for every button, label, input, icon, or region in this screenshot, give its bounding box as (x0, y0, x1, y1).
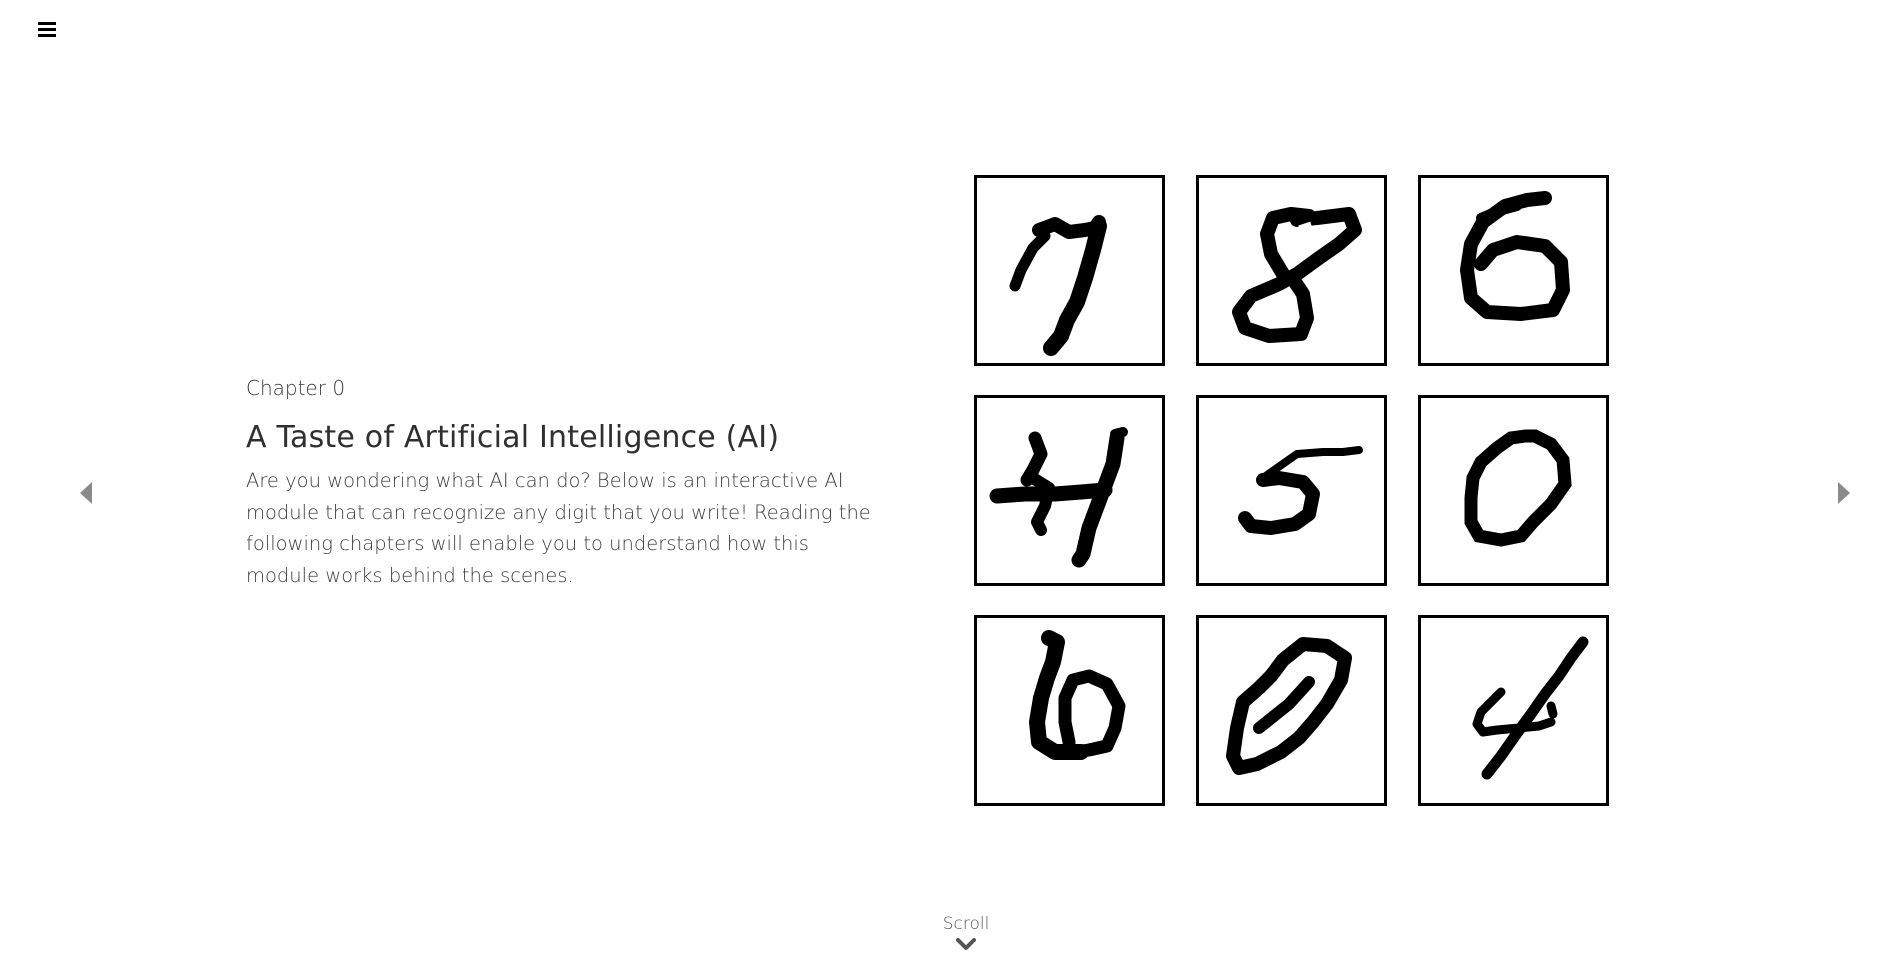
digit-5-drawing (1238, 446, 1363, 535)
digit-tile-7[interactable] (974, 175, 1165, 366)
caret-right-icon[interactable] (1834, 480, 1854, 506)
digit-tile-8[interactable] (1196, 175, 1387, 366)
digit-tile-5[interactable] (1196, 395, 1387, 586)
digit-tile-4-alt[interactable] (1418, 615, 1609, 806)
digit-0-drawing (1464, 429, 1572, 547)
digit-6-alt-drawing (1029, 630, 1126, 760)
digit-4-drawing (989, 427, 1128, 568)
digit-sample-grid (974, 175, 1612, 807)
scroll-hint[interactable]: Scroll (926, 914, 1006, 952)
digit-tile-6-alt[interactable] (974, 615, 1165, 806)
hamburger-icon[interactable] (36, 18, 58, 40)
chapter-intro: Chapter 0 A Taste of Artificial Intellig… (246, 376, 876, 591)
digit-0-alt-drawing (1226, 637, 1352, 775)
caret-left-icon[interactable] (76, 480, 96, 506)
digit-6-drawing (1460, 191, 1570, 321)
digit-tile-0[interactable] (1418, 395, 1609, 586)
digit-8-drawing (1232, 207, 1362, 343)
digit-tile-6[interactable] (1418, 175, 1609, 366)
chevron-down-icon (956, 938, 976, 950)
page: Chapter 0 A Taste of Artificial Intellig… (0, 0, 1903, 975)
digit-4-alt-drawing (1472, 636, 1589, 780)
digit-tile-0-alt[interactable] (1196, 615, 1387, 806)
scroll-label: Scroll (942, 914, 990, 934)
digit-tile-4[interactable] (974, 395, 1165, 586)
chapter-title: A Taste of Artificial Intelligence (AI) (246, 420, 780, 455)
digit-7-drawing (1009, 215, 1107, 356)
chapter-description: Are you wondering what AI can do? Below … (246, 469, 871, 587)
chapter-label: Chapter 0 (246, 376, 346, 400)
